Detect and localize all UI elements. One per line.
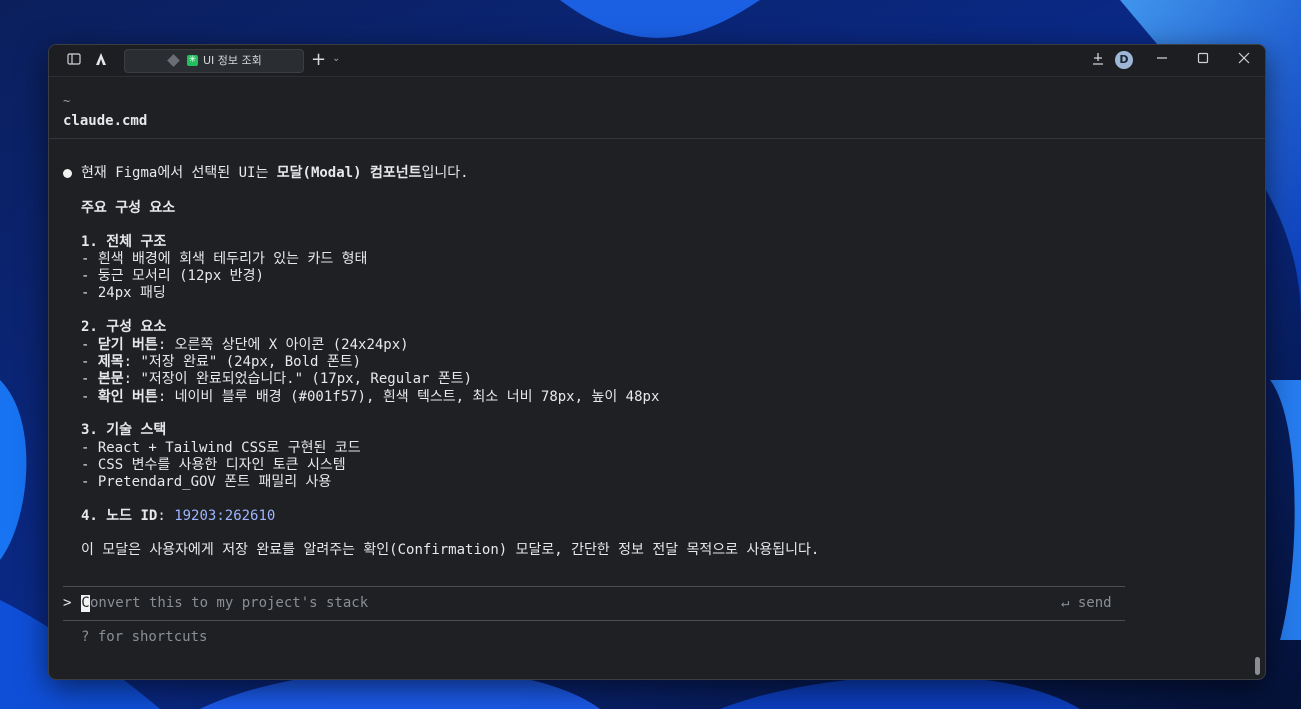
input-border-bottom [63,620,1125,621]
tab-badge-icon: ✳ [187,55,198,66]
minimize-icon[interactable] [1150,50,1174,70]
response-bullet-icon [63,169,72,178]
item-key: 확인 버튼 [97,389,158,405]
intro-end: 입니다. [421,165,469,181]
tab-label: UI 정보 조회 [203,54,262,67]
section-4: 4. 노드 ID: 19203:262610 [81,508,276,524]
tab-diamond-icon [167,54,180,67]
app-logo-icon[interactable] [93,52,109,68]
item-value: : 오른쪽 상단에 X 아이콘 (24x24px) [157,337,409,353]
avatar[interactable]: D [1115,51,1133,69]
prompt-symbol: > [63,595,72,611]
item-value: : "저장이 완료되었습니다." (17px, Regular 폰트) [123,371,473,387]
conclusion: 이 모달은 사용자에게 저장 완료를 알려주는 확인(Confirmation)… [81,542,820,558]
list-item: - 흰색 배경에 회색 테두리가 있는 카드 형태 [81,251,368,267]
sidebar-toggle-icon[interactable] [66,52,82,68]
close-icon[interactable] [1232,50,1256,70]
section-2-title: 2. 구성 요소 [81,319,167,335]
message-input[interactable]: onvert this to my project's stack [90,595,368,611]
list-item: - 둥근 모서리 (12px 반경) [81,268,264,284]
list-item: - CSS 변수를 사용한 디자인 토큰 시스템 [81,457,346,473]
input-border-top [63,586,1125,587]
divider [49,138,1265,139]
intro-highlight: 모달(Modal) 컴포넌트 [276,165,422,181]
list-item: - 본문: "저장이 완료되었습니다." (17px, Regular 폰트) [81,371,473,387]
section-heading: 주요 구성 요소 [81,200,176,216]
item-key: 닫기 버튼 [97,337,158,353]
section-4-title: 4. 노드 ID [81,508,158,524]
response-intro: 현재 Figma에서 선택된 UI는 모달(Modal) 컴포넌트입니다. [81,165,469,182]
path-name: claude.cmd [63,113,148,129]
list-item: - Pretendard_GOV 폰트 패밀리 사용 [81,474,332,490]
list-item: - 닫기 버튼: 오른쪽 상단에 X 아이콘 (24x24px) [81,337,409,353]
scrollbar[interactable] [1255,657,1260,675]
section-3-title: 3. 기술 스택 [81,422,167,438]
item-key: 본문 [97,371,124,387]
shortcuts-hint: ? for shortcuts [81,629,208,645]
send-button[interactable]: ↵ send [1061,595,1112,611]
title-bar: ✳ UI 정보 조회 + ⌄ D [49,45,1265,77]
maximize-icon[interactable] [1191,50,1215,70]
pin-icon[interactable] [1092,52,1104,70]
intro-text: 현재 Figma에서 선택된 UI는 [81,165,277,181]
tab-ui-info[interactable]: ✳ UI 정보 조회 [124,49,304,73]
new-tab-plus-icon[interactable]: + [311,50,326,70]
list-item: - 24px 패딩 [81,285,166,301]
node-id-value: 19203:262610 [174,508,276,524]
item-value: : "저장 완료" (24px, Bold 폰트) [123,354,362,370]
text-cursor[interactable]: C [81,595,90,612]
list-item: - React + Tailwind CSS로 구현된 코드 [81,440,361,456]
item-value: : 네이비 블루 배경 (#001f57), 흰색 텍스트, 최소 너비 78p… [157,389,660,405]
terminal-window: ✳ UI 정보 조회 + ⌄ D ~ claude.cmd 현재 Figma에서… [48,44,1266,680]
chevron-down-icon[interactable]: ⌄ [332,53,340,64]
list-item: - 확인 버튼: 네이비 블루 배경 (#001f57), 흰색 텍스트, 최소… [81,389,660,405]
section-1-title: 1. 전체 구조 [81,234,167,250]
item-key: 제목 [97,354,124,370]
list-item: - 제목: "저장 완료" (24px, Bold 폰트) [81,354,362,370]
path-tilde: ~ [63,94,71,108]
